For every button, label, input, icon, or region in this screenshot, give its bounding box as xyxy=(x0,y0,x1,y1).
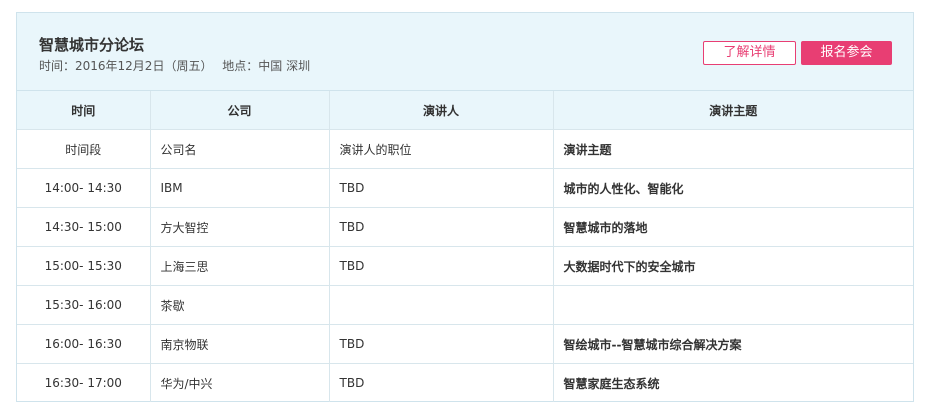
cell-time: 时间段 xyxy=(17,129,151,169)
forum-title: 智慧城市分论坛 xyxy=(39,36,145,54)
forum-info: 时间：2016年12月2日（周五） 地点：中国 深圳 xyxy=(39,57,316,74)
cell-time: 15:00- 15:30 xyxy=(17,246,151,286)
schedule-table: 时间 公司 演讲人 演讲主题 时间段 公司名 演讲人的职位 演讲主题 14:00… xyxy=(17,91,913,402)
cell-topic xyxy=(553,285,913,325)
table-header-row: 时间 公司 演讲人 演讲主题 xyxy=(17,91,913,130)
cell-time: 16:00- 16:30 xyxy=(17,324,151,364)
column-header-time: 时间 xyxy=(17,91,151,130)
cell-topic: 城市的人性化、智能化 xyxy=(553,168,913,208)
cell-speaker: TBD xyxy=(329,207,554,247)
cell-company: 公司名 xyxy=(150,129,330,169)
table-row: 14:30- 15:00 方大智控 TBD 智慧城市的落地 xyxy=(17,207,913,247)
cell-topic: 演讲主题 xyxy=(553,129,913,169)
column-header-company: 公司 xyxy=(150,91,330,130)
cell-speaker: TBD xyxy=(329,246,554,286)
table-row: 15:30- 16:00 茶歇 xyxy=(17,285,913,325)
table-row: 16:30- 17:00 华为/中兴 TBD 智慧家庭生态系统 xyxy=(17,363,913,402)
column-header-topic: 演讲主题 xyxy=(553,91,913,130)
cell-time: 15:30- 16:00 xyxy=(17,285,151,325)
cell-speaker xyxy=(329,285,554,325)
table-row: 15:00- 15:30 上海三思 TBD 大数据时代下的安全城市 xyxy=(17,246,913,286)
cell-time: 14:00- 14:30 xyxy=(17,168,151,208)
cell-speaker: TBD xyxy=(329,324,554,364)
cell-company: 上海三思 xyxy=(150,246,330,286)
forum-location: 地点：中国 深圳 xyxy=(222,59,311,73)
forum-panel: 智慧城市分论坛 时间：2016年12月2日（周五） 地点：中国 深圳 了解详情 … xyxy=(16,12,914,402)
cell-company: IBM xyxy=(150,168,330,208)
cell-company: 方大智控 xyxy=(150,207,330,247)
cell-topic: 智慧家庭生态系统 xyxy=(563,376,660,391)
table-row: 14:00- 14:30 IBM TBD 城市的人性化、智能化 xyxy=(17,168,913,208)
table-row: 时间段 公司名 演讲人的职位 演讲主题 xyxy=(17,129,913,169)
cell-company: 南京物联 xyxy=(150,324,330,364)
table-row: 16:00- 16:30 南京物联 TBD 智绘城市--智慧城市综合解决方案 xyxy=(17,324,913,364)
cell-time: 14:30- 15:00 xyxy=(17,207,151,247)
cell-speaker: TBD xyxy=(329,168,554,208)
cell-time: 16:30- 17:00 xyxy=(17,363,151,402)
forum-time: 时间：2016年12月2日（周五） xyxy=(39,59,213,73)
cell-company: 茶歇 xyxy=(150,285,330,325)
details-button[interactable]: 了解详情 xyxy=(703,41,796,65)
cell-topic: 智慧城市的落地 xyxy=(553,207,913,247)
register-button[interactable]: 报名参会 xyxy=(801,41,892,65)
cell-topic: 智绘城市--智慧城市综合解决方案 xyxy=(553,324,913,364)
forum-header: 智慧城市分论坛 时间：2016年12月2日（周五） 地点：中国 深圳 了解详情 … xyxy=(17,13,913,91)
column-header-speaker: 演讲人 xyxy=(329,91,554,130)
cell-company: 华为/中兴 xyxy=(150,363,330,402)
cell-speaker: 演讲人的职位 xyxy=(329,129,554,169)
cell-speaker: TBD xyxy=(329,363,554,402)
cell-topic: 大数据时代下的安全城市 xyxy=(553,246,913,286)
